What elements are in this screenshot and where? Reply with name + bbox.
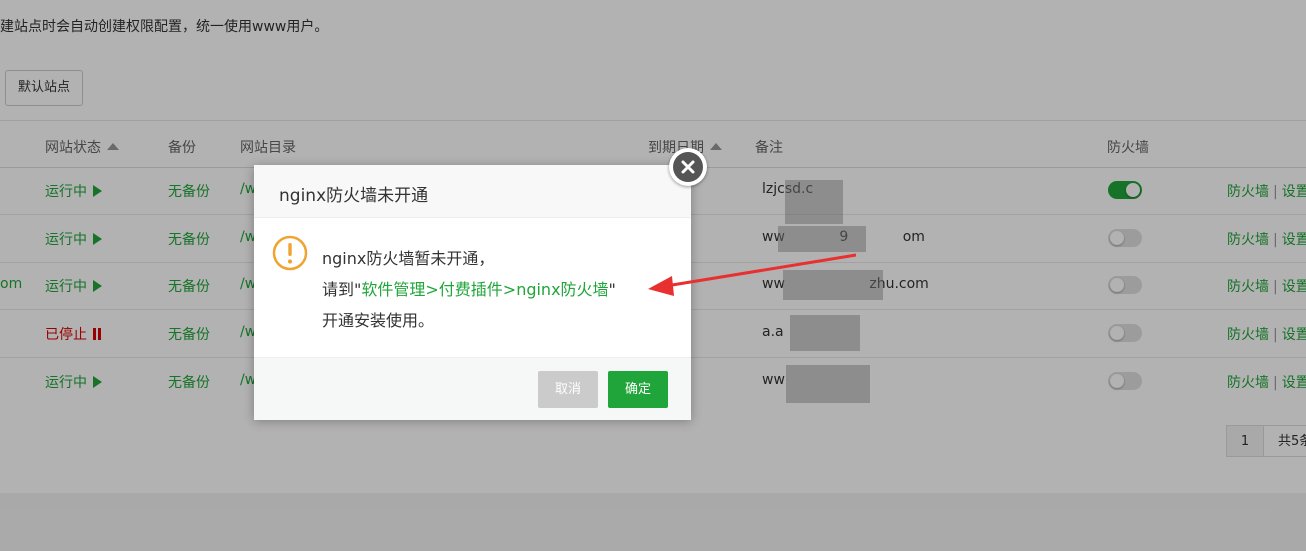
dialog-body: nginx防火墙暂未开通， 请到"软件管理>付费插件>nginx防火墙" 开通安… (254, 217, 691, 357)
confirm-button[interactable]: 确定 (608, 371, 668, 408)
dialog-header: nginx防火墙未开通 (254, 165, 691, 218)
message-line-3: 开通安装使用。 (322, 311, 435, 330)
plugin-path-link: 软件管理>付费插件>nginx防火墙 (361, 280, 609, 299)
close-icon (673, 152, 703, 182)
message-line-2: 请到"软件管理>付费插件>nginx防火墙" (322, 280, 616, 299)
dialog-title: nginx防火墙未开通 (279, 186, 429, 206)
dialog-close-button[interactable] (669, 148, 707, 186)
message-line-1: nginx防火墙暂未开通， (322, 249, 495, 268)
dialog-footer: 取消 确定 (254, 357, 691, 420)
nginx-firewall-dialog: nginx防火墙未开通 nginx防火墙暂未开通， 请到"软件管理>付费插件>n… (254, 165, 691, 420)
warning-icon (272, 235, 308, 271)
dialog-message: nginx防火墙暂未开通， 请到"软件管理>付费插件>nginx防火墙" 开通安… (322, 243, 616, 336)
cancel-button[interactable]: 取消 (538, 371, 598, 408)
